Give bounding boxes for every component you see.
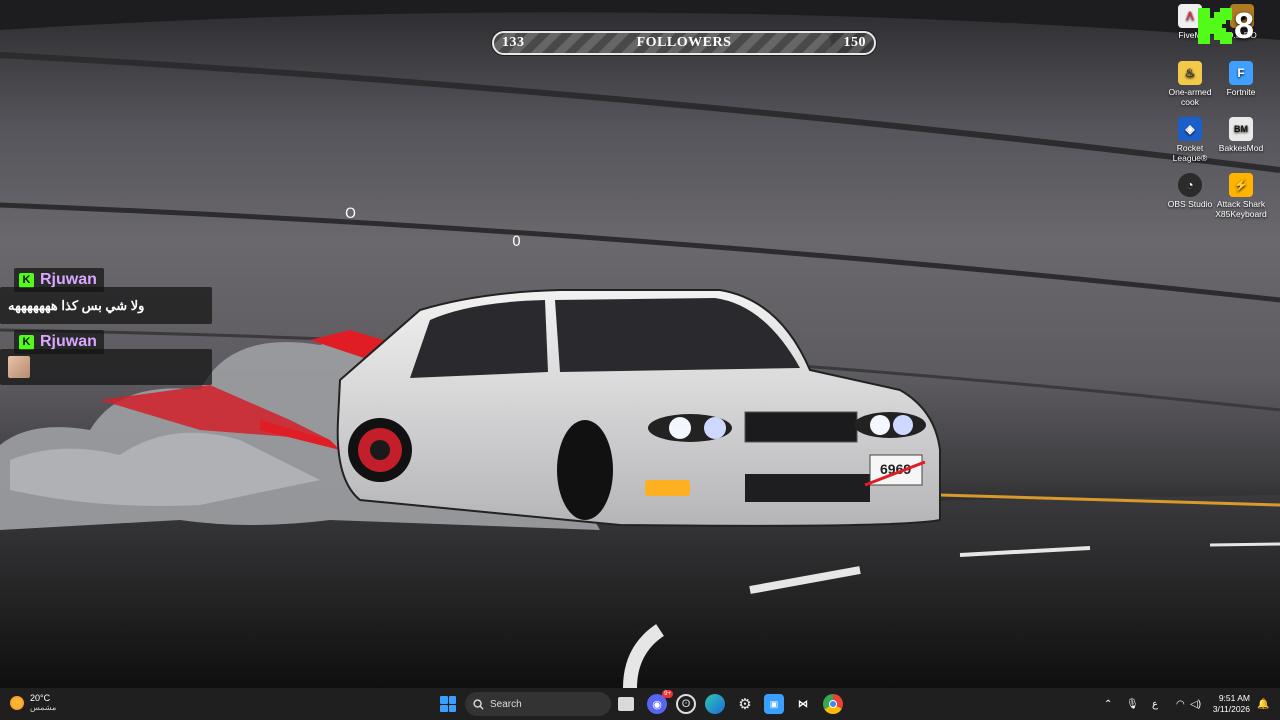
settings-gear-icon[interactable]: ⚙ (735, 694, 755, 714)
steam-icon[interactable]: ʘ (676, 694, 696, 714)
desktop-icon-label: OBS Studio (1167, 199, 1213, 209)
microphone-icon[interactable]: 🎙 (1126, 688, 1139, 720)
desktop-icon-fortnite[interactable]: F Fortnite (1213, 61, 1269, 97)
start-button[interactable] (440, 696, 456, 712)
desktop-icon-label: Attack Shark X85Keyboard (1215, 199, 1267, 219)
desktop-icon-one-armed-cook[interactable]: ♨ One-armed cook (1162, 61, 1218, 107)
fortnite-icon: F (1229, 61, 1253, 85)
rocket-league-icon: ◈ (1178, 117, 1202, 141)
windows-logo-icon (440, 696, 448, 704)
desktop-icon-obs[interactable]: ◔ OBS Studio (1162, 173, 1218, 209)
kick-logo: 8 (1196, 6, 1276, 46)
kick-badge-icon: K (19, 334, 34, 350)
edge-icon[interactable] (705, 694, 725, 714)
clock-time: 9:51 AM (1218, 693, 1250, 703)
discord-icon[interactable]: ◉ 9+ (647, 690, 673, 714)
desktop-icon-bakkesmod[interactable]: BM BakkesMod (1213, 117, 1269, 153)
weather-condition: مشمس (30, 703, 57, 712)
desktop-icon-label: Fortnite (1226, 87, 1256, 97)
volume-icon[interactable]: ◁) (1190, 688, 1201, 720)
chrome-icon[interactable] (823, 694, 843, 714)
tunnel-drift-scene: 6969 O 0 (0, 0, 1280, 688)
emote-image (8, 356, 30, 378)
capcut-icon[interactable]: ⋈ (793, 694, 813, 714)
obs-icon: ◔ (1178, 173, 1202, 197)
system-clock[interactable]: 9:51 AM 3/11/2026 (1210, 693, 1250, 715)
notification-bell-icon[interactable]: 🔔 (1257, 688, 1269, 720)
followers-goal: 150 (843, 35, 866, 50)
kick-logo-number: 8 (1234, 5, 1255, 46)
keyboard-app-icon: ⚡ (1229, 173, 1253, 197)
chat-message (0, 349, 212, 385)
desktop-wallpaper: 6969 O 0 (0, 0, 1280, 688)
desktop-icon-label: BakkesMod (1218, 143, 1264, 153)
weather-widget[interactable]: 20°C مشمس (10, 693, 56, 713)
search-placeholder: Search (490, 698, 522, 710)
chat-message-text: ولا شي بس كذا هههههههه (8, 297, 145, 313)
task-view-icon[interactable] (618, 697, 634, 711)
clock-date: 3/11/2026 (1212, 704, 1250, 714)
chat-message: ولا شي بس كذا هههههههه (0, 287, 212, 324)
desktop-icon-label: Rocket League® (1172, 143, 1208, 163)
store-icon[interactable]: ▣ (764, 694, 784, 714)
taskbar: 20°C مشمس Search ◉ 9+ ʘ ⚙ ▣ ⋈ ⌃ 🎙 ع ◠ ◁)… (0, 688, 1280, 720)
discord-notification-badge: 9+ (662, 690, 673, 698)
sun-icon (10, 696, 24, 710)
search-icon (473, 698, 484, 710)
one-armed-cook-icon: ♨ (1178, 61, 1202, 85)
desktop-icon-attack-shark[interactable]: ⚡ Attack Shark X85Keyboard (1213, 173, 1269, 219)
bakkesmod-icon: BM (1229, 117, 1253, 141)
taskbar-search-box[interactable]: Search (465, 692, 611, 716)
desktop-icon-rocket-league[interactable]: ◈ Rocket League® (1162, 117, 1218, 163)
kick-badge-icon: K (19, 272, 34, 288)
svg-text:O: O (345, 206, 356, 222)
followers-current: 133 (502, 35, 525, 50)
desktop-icon-label: One-armed cook (1168, 87, 1212, 107)
language-indicator[interactable]: ع (1152, 688, 1158, 720)
wifi-icon[interactable]: ◠ (1176, 688, 1185, 720)
followers-goal-bar: 133 FOLLOWERS 150 (492, 31, 876, 55)
weather-temperature: 20°C (30, 693, 51, 703)
svg-text:0: 0 (512, 234, 521, 250)
kick-k-icon (1198, 8, 1232, 44)
followers-label: FOLLOWERS (636, 35, 732, 50)
show-hidden-icons-chevron-icon[interactable]: ⌃ (1104, 688, 1112, 720)
